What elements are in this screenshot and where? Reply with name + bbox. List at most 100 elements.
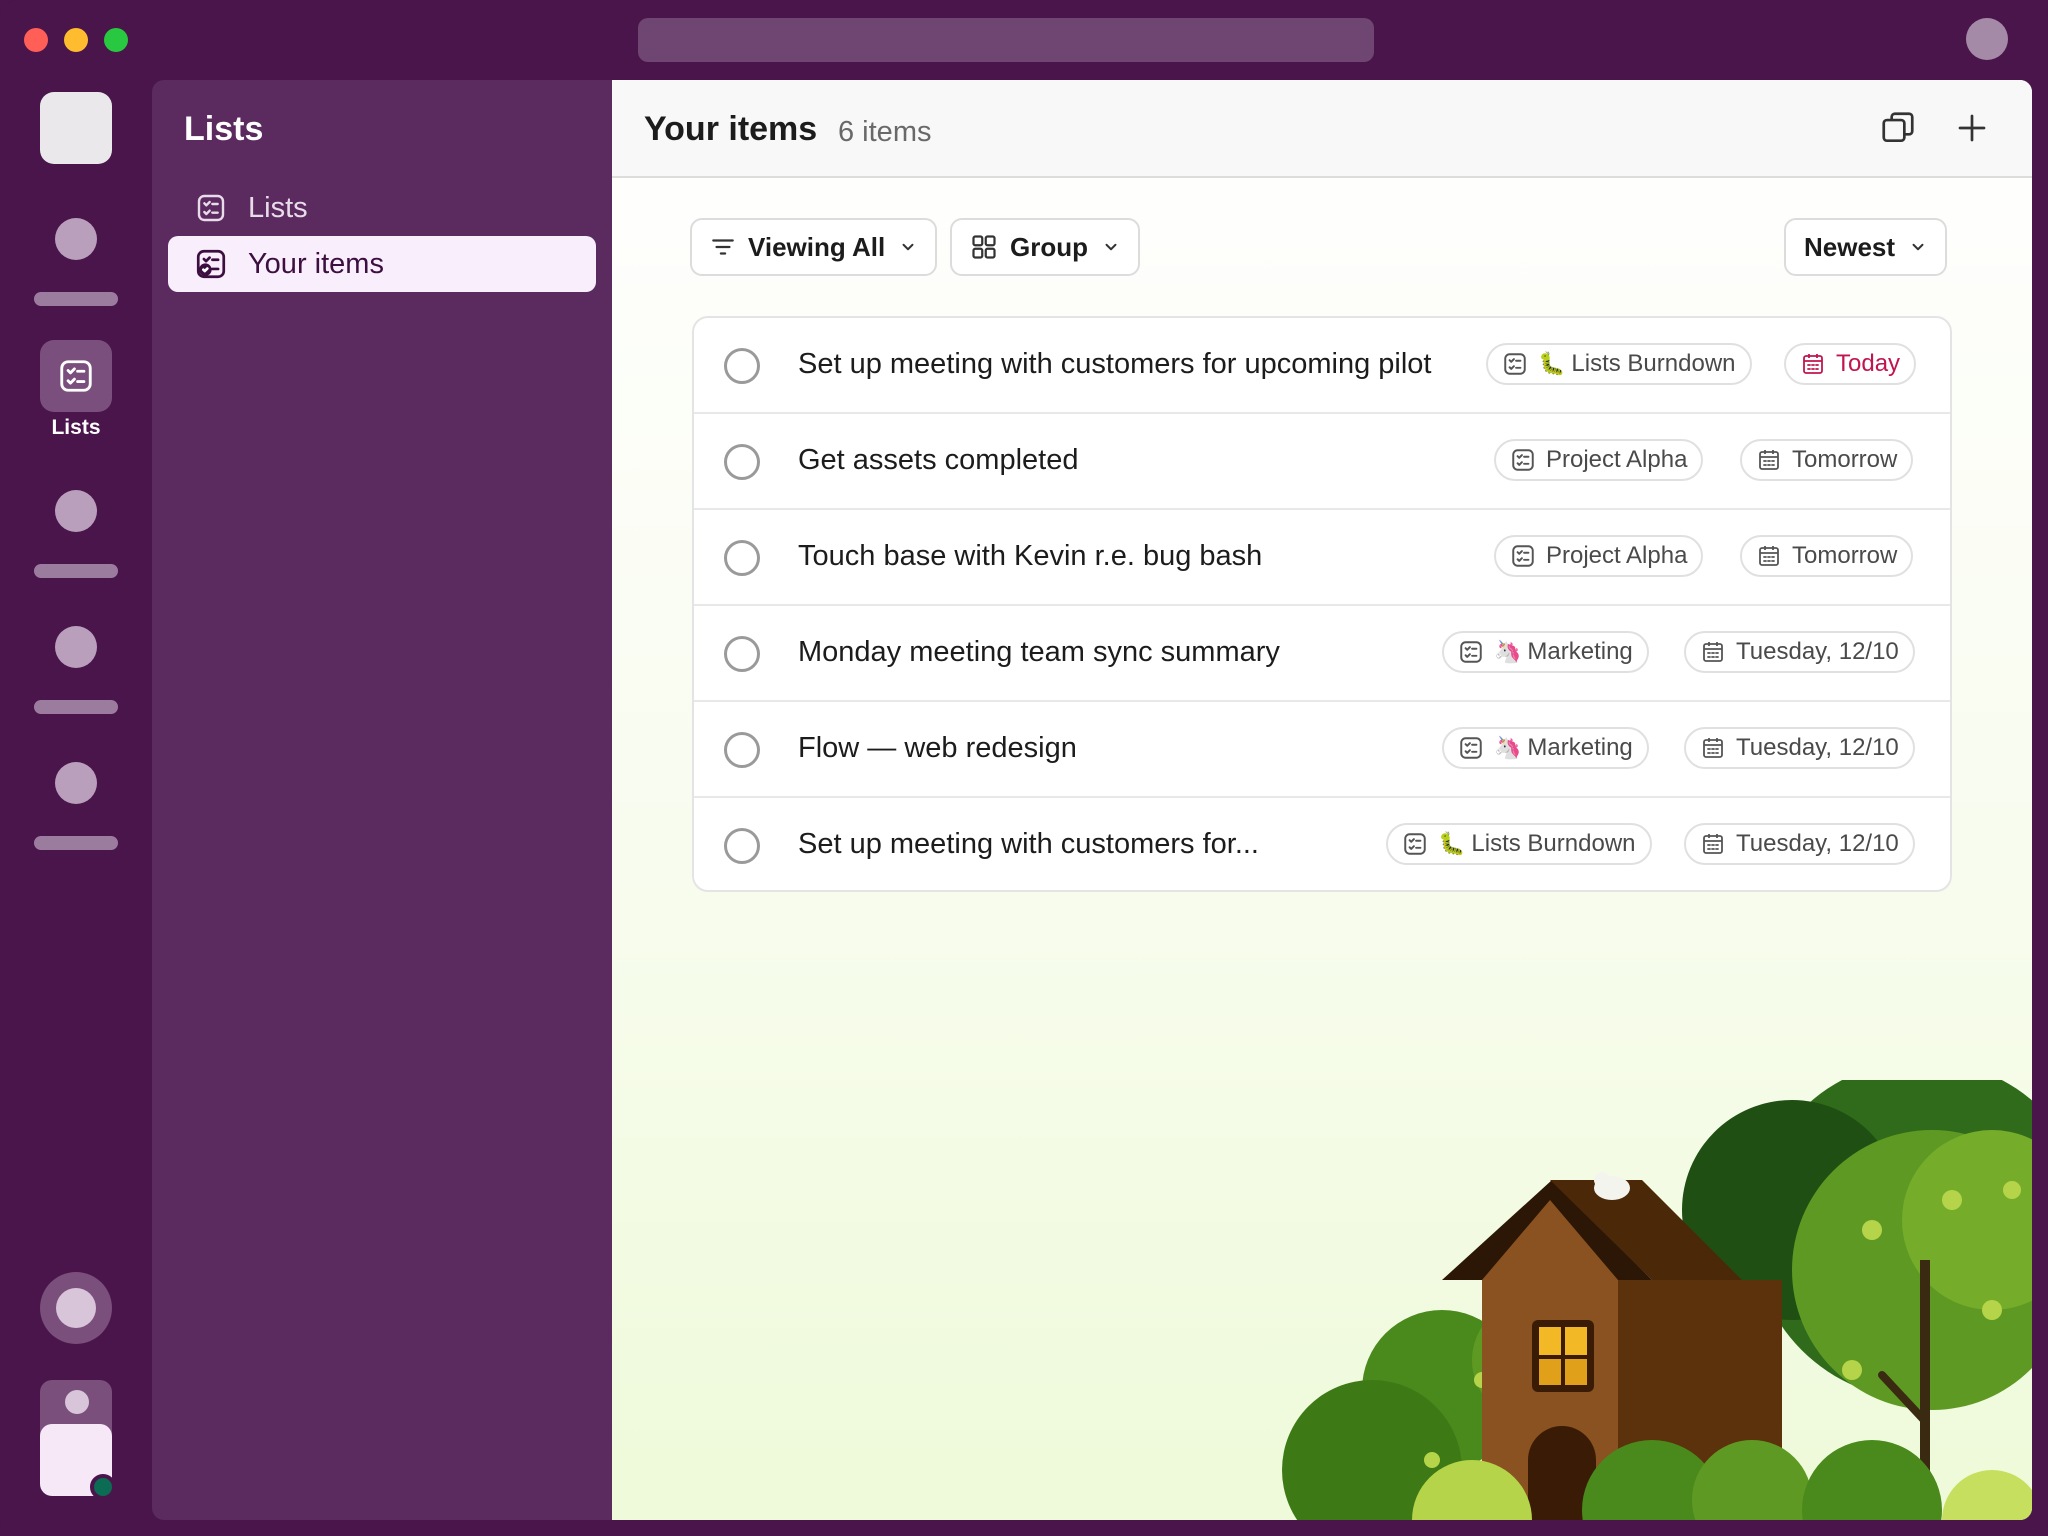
rail-lists-button[interactable] xyxy=(40,340,112,412)
due-date-chip[interactable]: Tuesday, 12/10 xyxy=(1684,823,1915,865)
checklist-icon xyxy=(1510,447,1536,473)
my-items-icon xyxy=(194,247,228,281)
filter-icon xyxy=(710,234,736,260)
chevron-down-icon xyxy=(899,238,917,256)
item-title: Get assets completed xyxy=(798,444,1079,476)
new-window-icon xyxy=(1882,112,1914,143)
rail-lists-label: Lists xyxy=(51,416,101,439)
complete-checkbox[interactable] xyxy=(724,540,760,576)
complete-checkbox[interactable] xyxy=(724,348,760,384)
main-header: Your items 6 items xyxy=(612,80,2032,178)
list-chip[interactable]: Project Alpha xyxy=(1494,535,1704,577)
rail-nav-icon[interactable] xyxy=(55,762,97,804)
checklist-icon xyxy=(60,360,92,392)
rail-nav-icon[interactable] xyxy=(55,490,97,532)
lists-sidebar: Lists Lists Your items xyxy=(152,80,612,1520)
list-emoji: 🦄 xyxy=(1494,735,1522,760)
workspace-icon[interactable] xyxy=(40,92,112,164)
list-name: Marketing xyxy=(1527,734,1633,761)
due-date-chip[interactable]: Tomorrow xyxy=(1740,439,1914,481)
sidebar-item-lists[interactable]: Lists xyxy=(168,180,596,236)
due-date-chip[interactable]: Tomorrow xyxy=(1740,535,1914,577)
group-button[interactable]: Group xyxy=(950,218,1140,276)
rail-nav-label xyxy=(34,292,118,306)
minimize-window-button[interactable] xyxy=(64,28,88,52)
calendar-icon xyxy=(1756,543,1782,569)
item-title: Flow — web redesign xyxy=(798,732,1077,764)
list-emoji: 🦄 xyxy=(1494,639,1522,664)
plus-icon xyxy=(1958,114,1986,142)
calendar-icon xyxy=(1700,639,1726,665)
page-title: Your items xyxy=(644,110,818,148)
list-chip[interactable]: 🦄 Marketing xyxy=(1442,727,1649,769)
sort-button[interactable]: Newest xyxy=(1784,218,1948,276)
due-date: Today xyxy=(1836,350,1901,377)
checklist-icon xyxy=(1458,735,1484,761)
grid-icon xyxy=(970,233,998,261)
due-date-chip[interactable]: Tuesday, 12/10 xyxy=(1684,631,1915,673)
checklist-icon xyxy=(1458,639,1484,665)
complete-checkbox[interactable] xyxy=(724,732,760,768)
due-date: Tomorrow xyxy=(1792,542,1898,569)
search-bar[interactable] xyxy=(638,18,1374,62)
viewing-filter-button[interactable]: Viewing All xyxy=(690,218,938,276)
viewing-filter-label: Viewing All xyxy=(748,231,886,262)
list-emoji: 🐛 xyxy=(1538,351,1566,376)
item-count: 6 items xyxy=(838,116,932,148)
list-emoji: 🐛 xyxy=(1438,831,1466,856)
group-label: Group xyxy=(1010,231,1088,262)
calendar-icon xyxy=(1700,735,1726,761)
due-date: Tuesday, 12/10 xyxy=(1736,638,1899,665)
complete-checkbox[interactable] xyxy=(724,828,760,864)
due-date-chip[interactable]: Today xyxy=(1784,343,1917,385)
open-in-window-button[interactable] xyxy=(1876,106,1920,150)
list-chip[interactable]: Project Alpha xyxy=(1494,439,1704,481)
due-date-chip[interactable]: Tuesday, 12/10 xyxy=(1684,727,1915,769)
rail-nav-icon[interactable] xyxy=(55,218,97,260)
close-window-button[interactable] xyxy=(24,28,48,52)
due-date: Tuesday, 12/10 xyxy=(1736,734,1899,761)
profile-avatar[interactable] xyxy=(40,1380,116,1500)
rail-nav-label xyxy=(34,836,118,850)
list-chip[interactable]: 🦄 Marketing xyxy=(1442,631,1649,673)
main-panel: Your items 6 items Viewing All Group New… xyxy=(612,80,2032,1520)
list-item[interactable]: Monday meeting team sync summary 🦄 Marke… xyxy=(694,606,1950,702)
house-illustration xyxy=(1282,1080,2032,1520)
checklist-icon xyxy=(194,191,228,225)
maximize-window-button[interactable] xyxy=(104,28,128,52)
sidebar-item-label: Lists xyxy=(248,191,308,224)
add-item-button[interactable] xyxy=(1950,106,1994,150)
complete-checkbox[interactable] xyxy=(724,636,760,672)
list-name: Marketing xyxy=(1527,638,1633,665)
complete-checkbox[interactable] xyxy=(724,444,760,480)
due-date: Tuesday, 12/10 xyxy=(1736,830,1899,857)
checklist-icon xyxy=(1510,543,1536,569)
status-indicator xyxy=(90,1474,116,1500)
list-item[interactable]: Get assets completed Project Alpha Tomor… xyxy=(694,414,1950,510)
list-name: Lists Burndown xyxy=(1571,350,1736,377)
rail-nav-label xyxy=(34,700,118,714)
calendar-icon xyxy=(1756,447,1782,473)
item-title: Set up meeting with customers for upcomi… xyxy=(798,348,1432,380)
list-name: Project Alpha xyxy=(1546,542,1688,569)
checklist-icon xyxy=(1402,831,1428,857)
items-list: Set up meeting with customers for upcomi… xyxy=(692,316,1952,892)
list-item[interactable]: Touch base with Kevin r.e. bug bash Proj… xyxy=(694,510,1950,606)
list-name: Project Alpha xyxy=(1546,446,1688,473)
rail-nav-icon[interactable] xyxy=(55,626,97,668)
item-title: Touch base with Kevin r.e. bug bash xyxy=(798,540,1263,572)
list-item[interactable]: Flow — web redesign 🦄 Marketing Tuesday,… xyxy=(694,702,1950,798)
calendar-icon xyxy=(1700,831,1726,857)
list-chip[interactable]: 🐛 Lists Burndown xyxy=(1486,343,1752,385)
checklist-icon xyxy=(1502,351,1528,377)
app-window: Lists Lists Lists Your items Your items … xyxy=(0,0,2048,1536)
list-item[interactable]: Set up meeting with customers for... 🐛 L… xyxy=(694,798,1950,890)
sidebar-title: Lists xyxy=(184,110,264,148)
list-item[interactable]: Set up meeting with customers for upcomi… xyxy=(694,318,1950,414)
calendar-icon xyxy=(1800,351,1826,377)
create-button[interactable] xyxy=(40,1272,112,1344)
sort-label: Newest xyxy=(1804,231,1896,262)
list-chip[interactable]: 🐛 Lists Burndown xyxy=(1386,823,1652,865)
user-avatar[interactable] xyxy=(1966,18,2008,60)
sidebar-item-your-items[interactable]: Your items xyxy=(168,236,596,292)
